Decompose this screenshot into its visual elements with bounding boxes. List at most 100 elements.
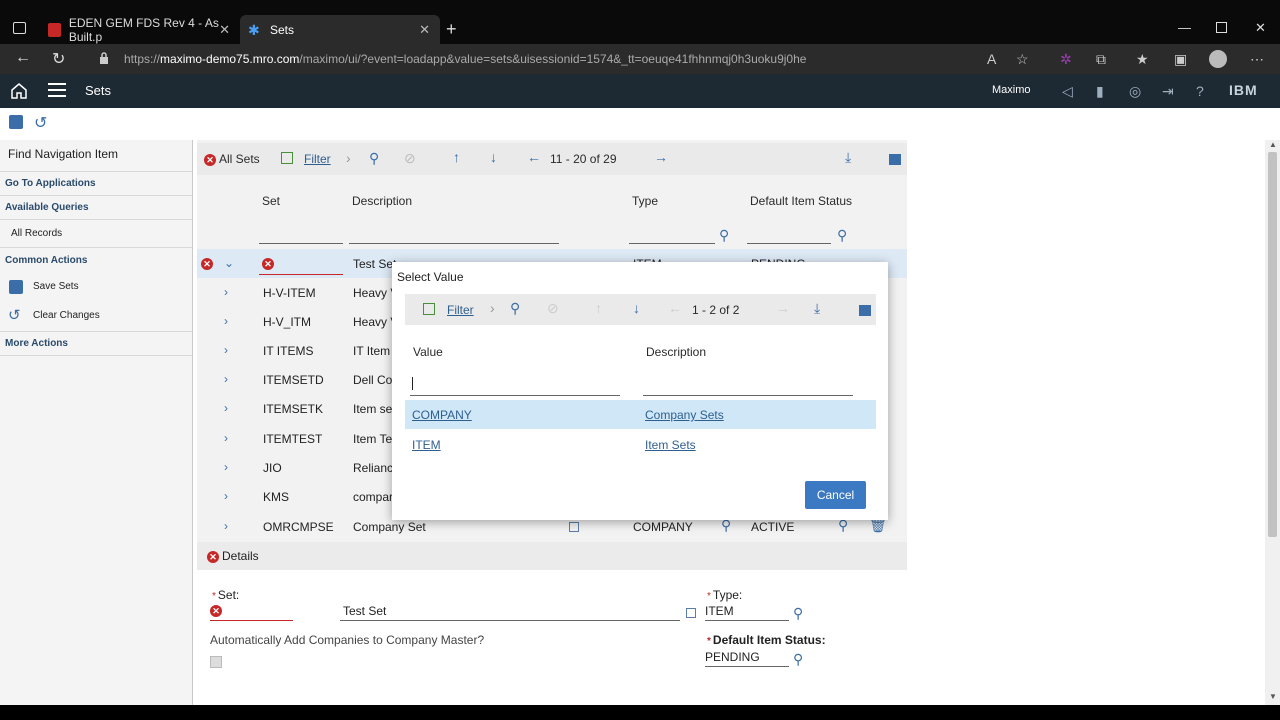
collapse-icon[interactable]: ✕	[207, 551, 219, 563]
description-link[interactable]: Item Sets	[645, 438, 696, 452]
filter-icon[interactable]	[423, 303, 435, 315]
chevron-right-icon[interactable]: ›	[224, 343, 228, 357]
sidebar-item-clear-changes[interactable]: Clear Changes	[33, 310, 100, 321]
col-description[interactable]: Description	[352, 194, 412, 208]
col-value[interactable]: Value	[413, 345, 443, 359]
scrollbar-thumb[interactable]	[1268, 152, 1277, 537]
col-set[interactable]: Set	[262, 194, 280, 208]
page-scrollbar[interactable]: ▲ ▼	[1265, 140, 1280, 705]
filter-description-input[interactable]	[349, 243, 559, 244]
filter-link[interactable]: Filter	[447, 303, 474, 317]
find-navigation-item[interactable]: Find Navigation Item	[8, 147, 118, 161]
new-tab-icon[interactable]: +	[446, 19, 457, 40]
bulletin-icon[interactable]: ◁	[1062, 83, 1073, 100]
logout-icon[interactable]: ⇥	[1162, 83, 1174, 100]
favorites-icon[interactable]: ★	[1136, 51, 1149, 68]
auto-add-checkbox[interactable]	[210, 656, 222, 668]
list-item[interactable]: ITEM Item Sets	[405, 430, 876, 459]
chevron-right-icon[interactable]: ›	[490, 300, 495, 316]
chevron-down-icon[interactable]: ⌄	[224, 256, 234, 270]
go-to-applications[interactable]: Go To Applications	[5, 178, 96, 189]
value-link[interactable]: COMPANY	[412, 408, 472, 422]
scroll-down-icon[interactable]: ▼	[1269, 692, 1277, 701]
search-icon[interactable]: ⚲	[369, 150, 379, 167]
sidebar-item-all-records[interactable]: All Records	[11, 228, 62, 239]
value-link[interactable]: ITEM	[412, 438, 441, 452]
search-icon[interactable]: ⚲	[719, 227, 729, 244]
chevron-right-icon[interactable]: ›	[224, 431, 228, 445]
download-icon[interactable]: ⤓	[845, 149, 851, 166]
close-icon[interactable]: ✕	[219, 22, 230, 38]
cancel-button[interactable]: Cancel	[805, 481, 866, 509]
set-description-input[interactable]	[340, 620, 680, 621]
sidebar-item-save-sets[interactable]: Save Sets	[33, 281, 79, 292]
filter-link[interactable]: Filter	[304, 152, 331, 166]
restore-icon[interactable]	[1216, 22, 1227, 33]
extension-icon[interactable]: ✲	[1060, 51, 1072, 68]
more-actions[interactable]: More Actions	[5, 338, 68, 349]
refresh-icon[interactable]: ↻	[52, 49, 65, 69]
long-description-icon[interactable]	[569, 522, 579, 532]
favorite-add-icon[interactable]: ☆	[1016, 51, 1029, 68]
long-description-icon[interactable]	[686, 608, 696, 618]
clear-changes-icon[interactable]: ↺	[34, 113, 47, 133]
chevron-right-icon[interactable]: ›	[224, 372, 228, 386]
arrow-down-icon[interactable]: ↓	[633, 300, 640, 316]
details-header[interactable]: ✕ Details	[197, 542, 907, 570]
search-icon[interactable]: ⚲	[837, 227, 847, 244]
chevron-right-icon[interactable]: ›	[224, 314, 228, 328]
default-status-input[interactable]	[705, 666, 789, 667]
col-type[interactable]: Type	[632, 194, 658, 208]
cell-set[interactable]: OMRCMPSE	[263, 520, 334, 534]
help-icon[interactable]: ?	[1196, 83, 1204, 99]
delete-row-icon[interactable]: ✕	[201, 258, 213, 270]
cell-set[interactable]: IT ITEMS	[263, 344, 313, 358]
col-description[interactable]: Description	[646, 345, 706, 359]
cell-set[interactable]: H-V_ITM	[263, 315, 311, 329]
settings-icon[interactable]	[859, 305, 871, 316]
more-icon[interactable]: ⋯	[1250, 51, 1264, 68]
extensions-icon[interactable]: ⧉	[1096, 51, 1106, 68]
filter-status-input[interactable]	[747, 243, 831, 244]
hamburger-menu-icon[interactable]	[48, 83, 66, 101]
profile-icon[interactable]	[1209, 50, 1227, 68]
set-input[interactable]	[210, 620, 293, 621]
download-icon[interactable]: ⤓	[814, 300, 820, 317]
settings-icon[interactable]	[889, 154, 901, 165]
arrow-down-icon[interactable]: ↓	[490, 149, 497, 165]
clear-query-icon[interactable]: ✕	[204, 154, 216, 166]
filter-type-input[interactable]	[629, 243, 715, 244]
save-icon[interactable]	[9, 115, 23, 129]
chevron-right-icon[interactable]: ›	[224, 401, 228, 415]
scroll-up-icon[interactable]: ▲	[1269, 140, 1277, 149]
cell-set[interactable]: ITEMSETK	[263, 402, 323, 416]
search-icon[interactable]: ⚲	[793, 605, 803, 622]
close-window-icon[interactable]: ✕	[1255, 20, 1266, 36]
cell-set[interactable]: ITEMSETD	[263, 373, 324, 387]
filter-value-input[interactable]	[410, 395, 620, 396]
filter-icon[interactable]	[281, 152, 293, 164]
chevron-right-icon[interactable]: ›	[346, 150, 351, 166]
tab-actions-icon[interactable]	[13, 22, 26, 34]
cell-set[interactable]: JIO	[263, 461, 282, 475]
browser-tab-pdf[interactable]: EDEN GEM FDS Rev 4 - As Built.p ✕	[40, 15, 240, 44]
cell-set[interactable]: KMS	[263, 490, 289, 504]
set-description-value[interactable]: Test Set	[343, 604, 386, 618]
cell-set[interactable]: ITEMTEST	[263, 432, 322, 446]
cell-set[interactable]: H-V-ITEM	[263, 286, 316, 300]
chart-icon[interactable]: ▮	[1096, 83, 1104, 100]
close-icon[interactable]: ✕	[419, 22, 430, 38]
type-input[interactable]	[705, 620, 789, 621]
type-value[interactable]: ITEM	[705, 604, 734, 618]
home-icon[interactable]	[10, 82, 28, 99]
arrow-up-icon[interactable]: ↑	[453, 149, 460, 165]
description-link[interactable]: Company Sets	[645, 408, 724, 422]
chevron-right-icon[interactable]: ›	[224, 285, 228, 299]
chevron-right-icon[interactable]: ›	[224, 460, 228, 474]
profile-icon[interactable]: ◎	[1129, 83, 1141, 100]
default-status-value[interactable]: PENDING	[705, 650, 760, 664]
back-icon[interactable]: ←	[15, 49, 31, 67]
search-icon[interactable]: ⚲	[510, 300, 520, 317]
filter-description-input[interactable]	[643, 395, 853, 396]
chevron-right-icon[interactable]: ›	[224, 519, 228, 533]
